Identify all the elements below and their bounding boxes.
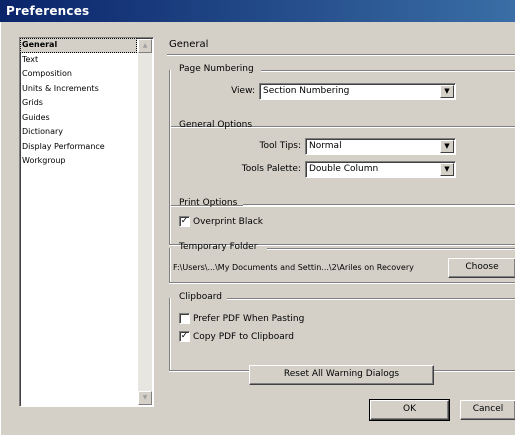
scroll-down-icon[interactable]: ▼ (138, 391, 152, 405)
scroll-up-icon[interactable]: ▲ (138, 39, 152, 53)
checkmark-icon[interactable]: ✓ (179, 331, 190, 342)
panel-title: General (169, 39, 209, 50)
group-line (227, 298, 515, 300)
tools-palette-value: Double Column (309, 164, 379, 174)
group-line (267, 248, 515, 250)
sidebar-item-text[interactable]: Text (20, 53, 137, 68)
checkbox-icon[interactable] (179, 313, 190, 324)
copy-pdf-checkbox[interactable]: ✓ Copy PDF to Clipboard (179, 331, 294, 342)
chevron-down-icon[interactable]: ▼ (440, 85, 454, 98)
category-list[interactable]: General Text Composition Units & Increme… (19, 37, 154, 407)
ok-button[interactable]: OK (369, 399, 450, 421)
tool-tips-label: Tool Tips: (259, 141, 302, 151)
group-frame (169, 298, 171, 372)
group-frame (169, 248, 171, 284)
overprint-black-checkbox[interactable]: ✓ Overprint Black (179, 216, 263, 227)
panel-divider (167, 54, 515, 56)
cancel-button[interactable]: Cancel (460, 400, 515, 420)
group-line (257, 126, 515, 128)
window-title: Preferences (0, 0, 515, 22)
print-options-label: Print Options (179, 198, 238, 208)
general-options-group: General Options Tool Tips: Normal ▼ Tool… (169, 120, 515, 207)
group-frame (169, 204, 171, 246)
temporary-folder-label: Temporary Folder (179, 242, 258, 252)
preferences-window: General Text Composition Units & Increme… (0, 22, 515, 435)
group-frame-bottom (169, 282, 515, 284)
temporary-folder-path: F:\Users\...\My Documents and Settin...\… (173, 263, 414, 272)
checkmark-icon[interactable]: ✓ (179, 216, 190, 227)
choose-button[interactable]: Choose (448, 258, 515, 278)
list-scrollbar[interactable]: ▲ ▼ (138, 39, 152, 405)
group-line (261, 70, 515, 72)
print-options-group: Print Options ✓ Overprint Black (169, 198, 515, 246)
group-line (243, 204, 515, 206)
sidebar-item-grids[interactable]: Grids (20, 96, 137, 111)
sidebar-item-dictionary[interactable]: Dictionary (20, 125, 137, 140)
tools-palette-label: Tools Palette: (241, 164, 301, 174)
general-options-label: General Options (179, 120, 253, 130)
clipboard-group: Clipboard Prefer PDF When Pasting ✓ Copy … (169, 292, 515, 372)
tool-tips-value: Normal (309, 141, 342, 151)
chevron-down-icon[interactable]: ▼ (440, 163, 454, 176)
sidebar-item-general[interactable]: General (20, 38, 137, 53)
view-select-value: Section Numbering (263, 86, 350, 96)
sidebar-item-units[interactable]: Units & Increments (20, 82, 137, 97)
clipboard-label: Clipboard (179, 292, 222, 302)
sidebar-item-display-performance[interactable]: Display Performance (20, 140, 137, 155)
temporary-folder-group: Temporary Folder F:\Users\...\My Documen… (169, 242, 515, 284)
page-numbering-label: Page Numbering (179, 64, 254, 74)
group-frame (169, 126, 171, 207)
view-select[interactable]: Section Numbering ▼ (259, 83, 456, 100)
sidebar-item-workgroup[interactable]: Workgroup (20, 154, 137, 169)
tool-tips-select[interactable]: Normal ▼ (305, 138, 456, 155)
reset-warning-dialogs-button[interactable]: Reset All Warning Dialogs (249, 365, 434, 385)
copy-pdf-label: Copy PDF to Clipboard (193, 332, 294, 342)
page-numbering-group: Page Numbering View: Section Numbering ▼ (169, 64, 515, 128)
chevron-down-icon[interactable]: ▼ (440, 140, 454, 153)
sidebar-item-composition[interactable]: Composition (20, 67, 137, 82)
prefer-pdf-checkbox[interactable]: Prefer PDF When Pasting (179, 313, 304, 324)
tools-palette-select[interactable]: Double Column ▼ (305, 161, 456, 178)
sidebar-item-guides[interactable]: Guides (20, 111, 137, 126)
prefer-pdf-label: Prefer PDF When Pasting (193, 314, 305, 324)
view-label: View: (231, 86, 255, 96)
overprint-black-label: Overprint Black (193, 217, 264, 227)
